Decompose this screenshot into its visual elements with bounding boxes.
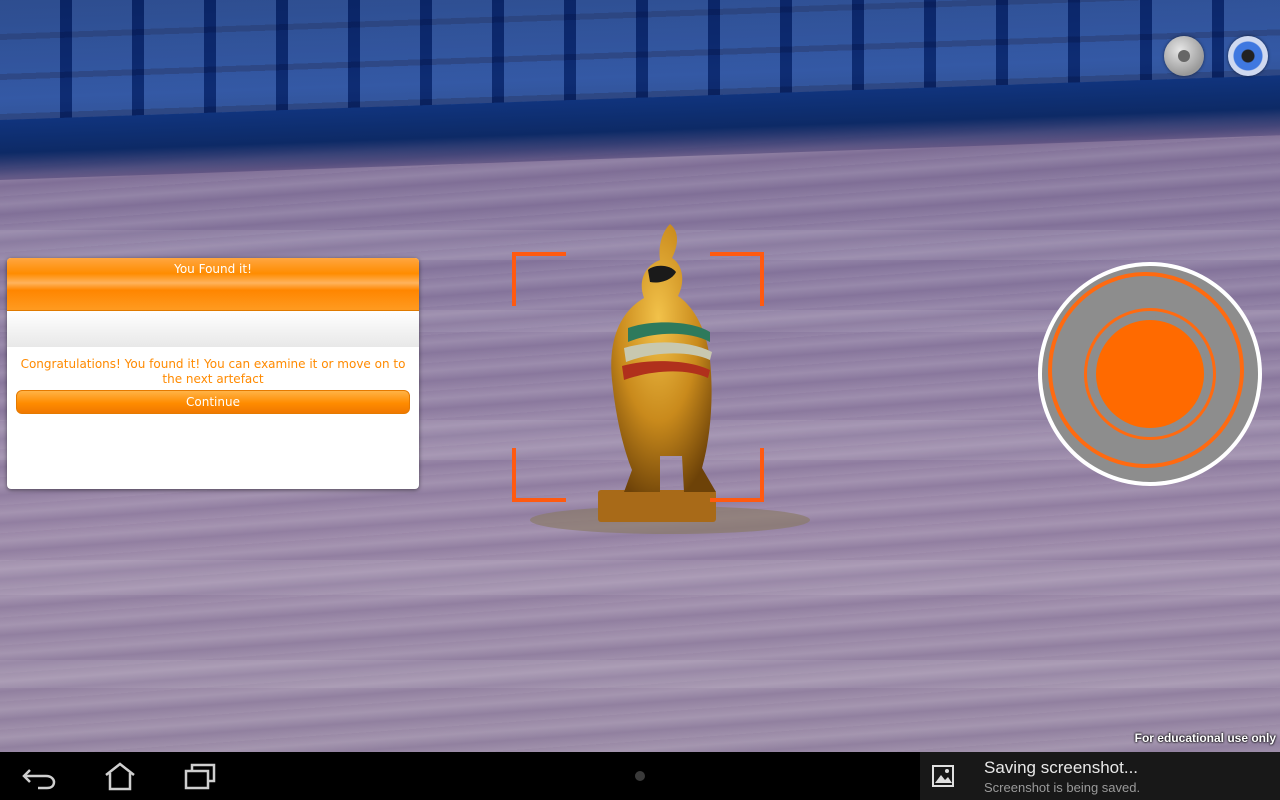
- target-bracket-top-left: [512, 252, 566, 306]
- screenshot-notification[interactable]: Saving screenshot... Screenshot is being…: [920, 752, 1280, 800]
- notification-subtitle: Screenshot is being saved.: [984, 780, 1141, 795]
- target-bracket-bottom-right: [710, 448, 764, 502]
- dialog-title: You Found it!: [174, 262, 252, 276]
- home-icon[interactable]: [100, 760, 140, 792]
- back-icon[interactable]: [20, 760, 60, 792]
- dialog-band: [7, 311, 419, 347]
- wood-grain: [0, 660, 1280, 688]
- movement-joystick[interactable]: [1038, 262, 1262, 486]
- image-icon: [932, 765, 954, 787]
- continue-button[interactable]: Continue: [16, 390, 410, 414]
- educational-watermark: For educational use only: [1134, 731, 1276, 745]
- dialog-message: Congratulations! You found it! You can e…: [20, 357, 406, 386]
- keyboard-background: [0, 0, 1280, 180]
- keyboard-keys: [0, 0, 1280, 120]
- wood-grain: [0, 560, 1280, 595]
- joystick-knob[interactable]: [1092, 316, 1208, 432]
- found-dialog: You Found it! Congratulations! You found…: [7, 258, 419, 489]
- ar-camera-view: You Found it! Congratulations! You found…: [0, 0, 1280, 752]
- page-indicator-dot: [635, 771, 645, 781]
- grey-orb-icon[interactable]: [1164, 36, 1204, 76]
- recent-apps-icon[interactable]: [180, 760, 220, 792]
- speaker-orb-icon[interactable]: [1228, 36, 1268, 76]
- dialog-header: You Found it!: [7, 258, 419, 311]
- target-bracket-top-right: [710, 252, 764, 306]
- target-bracket-bottom-left: [512, 448, 566, 502]
- notification-title: Saving screenshot...: [984, 758, 1139, 777]
